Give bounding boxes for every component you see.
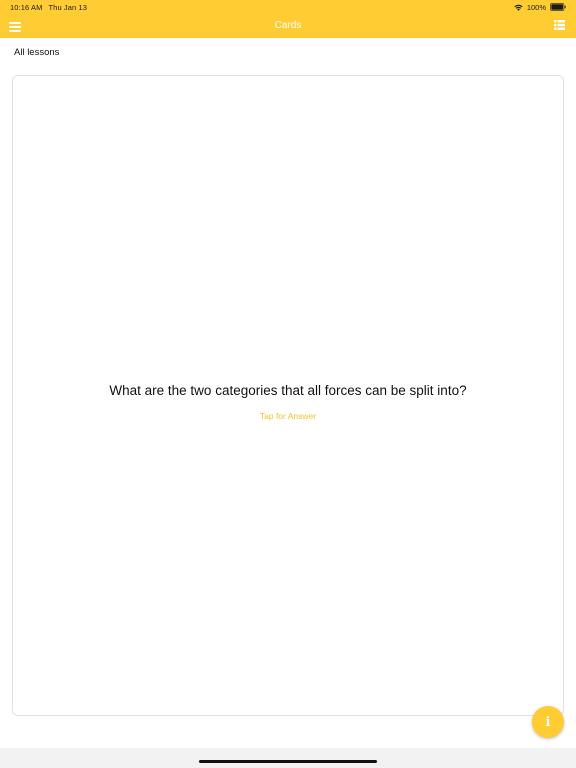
status-time-date: 10:16 AM Thu Jan 13 xyxy=(10,3,87,12)
bottom-bar xyxy=(0,748,576,768)
screen: 10:16 AM Thu Jan 13 100% Cards All lesso… xyxy=(0,0,576,768)
wifi-icon xyxy=(514,4,523,11)
top-bar: 10:16 AM Thu Jan 13 100% Cards xyxy=(0,0,576,38)
card-question: What are the two categories that all for… xyxy=(109,383,467,398)
list-icon[interactable] xyxy=(554,20,565,30)
lessons-filter-link[interactable]: All lessons xyxy=(14,47,59,58)
page-title: Cards xyxy=(274,20,302,31)
status-time: 10:16 AM xyxy=(10,3,43,12)
battery-percent: 100% xyxy=(526,2,546,12)
info-button[interactable]: i xyxy=(532,706,564,738)
home-indicator[interactable] xyxy=(199,760,377,763)
status-indicators: 100% xyxy=(514,2,566,12)
battery-icon xyxy=(550,3,566,11)
flash-card[interactable]: What are the two categories that all for… xyxy=(12,75,564,716)
status-date: Thu Jan 13 xyxy=(48,3,88,12)
info-icon: i xyxy=(545,714,551,730)
tap-for-answer-hint: Tap for Answer xyxy=(259,411,317,421)
